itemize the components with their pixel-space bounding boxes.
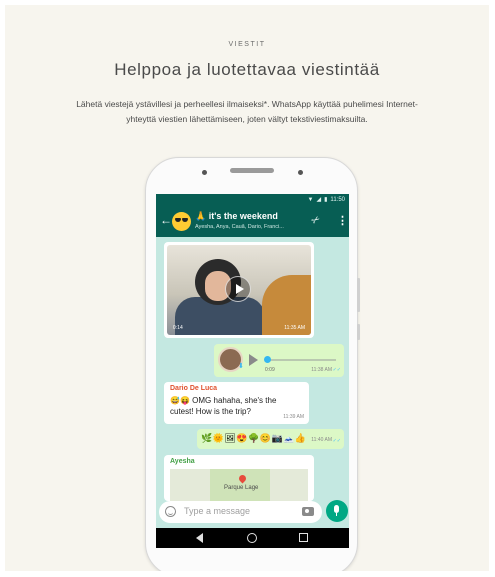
section-eyebrow: VIESTIT (228, 41, 266, 48)
voice-progress-track[interactable] (266, 359, 336, 361)
location-message[interactable]: Ayesha Parque Lage (164, 455, 314, 503)
nav-back-icon[interactable] (196, 533, 203, 543)
voice-duration: 0:09 (265, 367, 275, 373)
location-map[interactable]: Parque Lage (170, 469, 308, 503)
chat-header: ← 🙏 it's the weekend Ayesha, Anya, Cauã,… (156, 206, 349, 237)
status-bar: ▼ ◢ ▮ 11:50 (156, 194, 349, 206)
location-sender: Ayesha (170, 458, 195, 465)
status-time: 11:50 (330, 197, 345, 203)
nav-recent-apps-icon[interactable] (299, 533, 308, 542)
message-emoji: 😅😝 (170, 396, 190, 405)
front-camera-icon (202, 170, 207, 175)
android-nav-bar (156, 528, 349, 548)
incoming-text-message: Dario De Luca 😅😝 OMG hahaha, she's the c… (164, 382, 309, 424)
group-avatar[interactable] (172, 212, 191, 231)
wifi-icon: ▼ (307, 197, 314, 203)
video-thumbnail: 0:14 11:35 AM (167, 245, 311, 335)
message-sender: Dario De Luca (170, 385, 218, 392)
message-input[interactable]: Type a message (184, 506, 250, 516)
read-ticks-icon: ✓✓ (332, 367, 341, 373)
section-lead-text: Lähetä viestejä ystävillesi ja perheelle… (76, 99, 418, 124)
emoji-content: 🌿🌞🖼😍🌳😊📷🗻👍 (201, 433, 307, 443)
mic-icon: ⬇ (238, 363, 244, 370)
emoji-time: 11:40 AM (311, 437, 332, 443)
emoji-icon[interactable] (165, 506, 176, 517)
message-body: 😅😝 OMG hahaha, she's the cutest! How is … (170, 396, 280, 417)
section-headline: Helppoa ja luotettavaa viestintää (114, 60, 380, 79)
camera-icon[interactable] (302, 507, 314, 516)
pray-emoji: 🙏 (195, 211, 207, 221)
emoji-message: 🌿🌞🖼😍🌳😊📷🗻👍 11:40 AM ✓✓ (197, 429, 344, 449)
video-play-button[interactable] (225, 276, 251, 302)
chat-participants: Ayesha, Anya, Cauã, Dario, Franci... (195, 224, 284, 230)
volume-button (357, 278, 360, 312)
chat-title[interactable]: 🙏 it's the weekend (195, 211, 278, 222)
voice-progress-knob[interactable] (264, 356, 271, 363)
video-duration: 0:14 (173, 325, 183, 331)
map-pin-icon (237, 473, 248, 484)
video-message[interactable]: 0:14 11:35 AM (164, 242, 314, 338)
chat-title-text: it's the weekend (208, 211, 278, 221)
voice-play-icon[interactable] (249, 354, 258, 366)
attach-icon[interactable]: ✂ (310, 214, 323, 228)
map-place-label: Parque Lage (224, 485, 259, 491)
read-ticks-icon: ✓✓ (332, 438, 341, 444)
phone-mockup: ▼ ◢ ▮ 11:50 ← 🙏 it's the weekend Ayesha, An… (145, 157, 360, 571)
video-time: 11:35 AM (284, 325, 305, 331)
signal-icon: ◢ (316, 197, 322, 203)
voice-time: 11:38 AM (311, 367, 332, 373)
nav-home-icon[interactable] (247, 533, 257, 543)
battery-icon: ▮ (324, 197, 328, 203)
power-button (357, 324, 360, 340)
earpiece-speaker (230, 168, 274, 173)
voice-record-button[interactable] (326, 500, 348, 522)
message-time: 11:39 AM (283, 414, 304, 420)
sensor-icon (298, 170, 303, 175)
message-composer[interactable]: Type a message (159, 501, 322, 523)
phone-screen: ▼ ◢ ▮ 11:50 ← 🙏 it's the weekend Ayesha, An… (156, 194, 349, 548)
messages-section: VIESTIT Helppoa ja luotettavaa viestintä… (5, 5, 489, 571)
overflow-menu-icon[interactable]: ⋮ (337, 214, 348, 227)
voice-message: ⬇ 0:09 11:38 AM ✓✓ (214, 344, 344, 377)
back-arrow-icon[interactable]: ← (160, 213, 172, 227)
